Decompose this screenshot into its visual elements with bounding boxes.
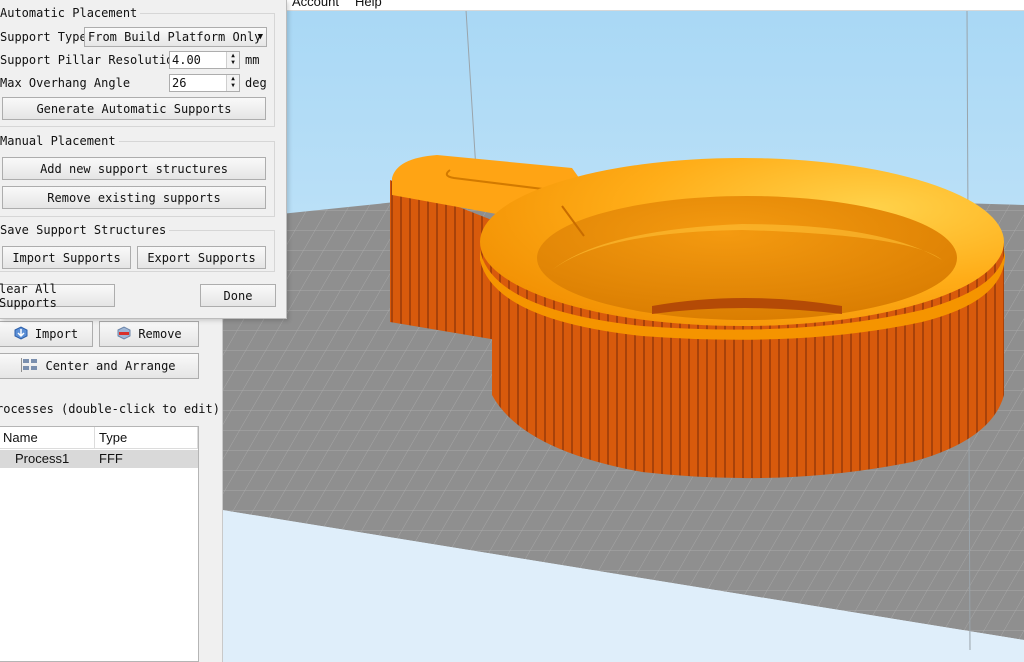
processes-label: rocesses (double-click to edit) [0,402,220,416]
overhang-unit: deg [245,76,267,90]
menu-account[interactable]: Account [292,0,339,9]
pillar-unit: mm [245,53,260,67]
overhang-angle-input[interactable]: 26 ▲ ▼ [169,74,240,92]
pillar-resolution-value: 4.00 [172,53,201,67]
center-arrange-label: Center and Arrange [45,359,176,373]
export-supports-button[interactable]: Export Supports [137,246,266,269]
pillar-resolution-label: Support Pillar Resolution [0,53,181,67]
support-type-value: From Build Platform Only [88,30,262,44]
table-row[interactable]: Process1 FFF [0,450,198,468]
arrange-icon [20,357,39,375]
clear-all-supports-button[interactable]: lear All Supports [0,282,115,310]
generate-supports-button[interactable]: Generate Automatic Supports [2,97,266,120]
center-arrange-button[interactable]: Center and Arrange [0,353,199,379]
support-dialog: Automatic Placement Support Type From Bu… [0,0,287,319]
pillar-resolution-input[interactable]: 4.00 ▲ ▼ [169,51,240,69]
scene-graphic [222,10,1024,662]
import-icon [13,325,29,344]
process-name-cell: Process1 [15,451,70,466]
menu-bar: Account Help [222,0,1024,11]
remove-label: Remove [138,327,182,341]
remove-icon [116,325,132,344]
add-supports-button[interactable]: Add new support structures [2,157,266,180]
import-supports-button[interactable]: Import Supports [2,246,131,269]
chevron-down-icon: ▼ [257,32,263,42]
overhang-angle-label: Max Overhang Angle [0,76,131,90]
done-button[interactable]: Done [200,284,276,307]
column-header-type[interactable]: Type [95,427,198,449]
processes-table[interactable]: Name Type Process1 FFF [0,426,199,662]
menu-help[interactable]: Help [355,0,382,9]
support-type-select[interactable]: From Build Platform Only ▼ [84,27,267,47]
process-type-cell: FFF [99,451,123,466]
import-label: Import [34,327,79,341]
save-supports-title: Save Support Structures [0,223,170,237]
automatic-placement-title: Automatic Placement [0,6,141,20]
spinner-arrows-icon[interactable]: ▲ ▼ [226,52,239,68]
manual-placement-title: Manual Placement [0,134,119,148]
column-header-name[interactable]: Name [0,427,95,449]
spinner-arrows-icon[interactable]: ▲ ▼ [226,75,239,91]
overhang-angle-value: 26 [172,76,187,90]
remove-button[interactable]: Remove [99,321,199,347]
3d-viewport[interactable] [222,10,1024,662]
support-type-label: Support Type [0,30,87,44]
remove-supports-button[interactable]: Remove existing supports [2,186,266,209]
import-button[interactable]: Import [0,321,93,347]
